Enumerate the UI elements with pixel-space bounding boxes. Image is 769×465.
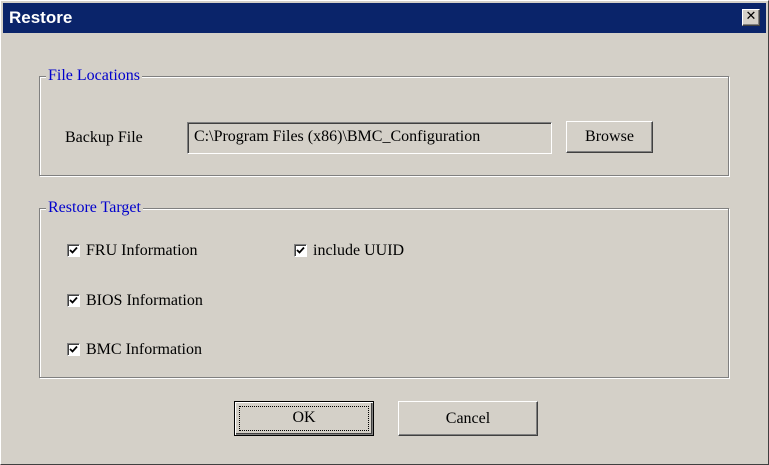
include-uuid-option[interactable]: include UUID [294,241,454,261]
backup-file-label: Backup File [65,129,143,146]
bios-information-checkbox[interactable] [67,294,80,307]
file-locations-group-label: File Locations [46,66,142,86]
bmc-information-label: BMC Information [86,341,202,358]
window-title: Restore [9,8,73,27]
fru-information-checkbox[interactable] [67,244,80,257]
backup-file-path-field[interactable]: C:\Program Files (x86)\BMC_Configuration [187,122,552,154]
browse-button[interactable]: Browse [566,121,653,153]
restore-dialog: Restore ✕ File Locations Backup File C:\… [0,0,769,465]
bmc-information-option[interactable]: BMC Information [67,340,247,360]
checkmark-icon [69,246,78,254]
fru-information-label: FRU Information [86,242,198,259]
include-uuid-label: include UUID [313,242,405,259]
fru-information-option[interactable]: FRU Information [67,241,247,261]
close-button[interactable]: ✕ [742,9,760,26]
cancel-button[interactable]: Cancel [398,401,538,436]
include-uuid-checkbox[interactable] [294,244,307,257]
title-bar[interactable]: Restore ✕ [3,3,766,33]
ok-button[interactable]: OK [234,401,374,436]
restore-target-group-label: Restore Target [46,198,143,218]
bmc-information-checkbox[interactable] [67,343,80,356]
focus-indicator [239,406,369,431]
close-icon: ✕ [745,9,757,24]
checkmark-icon [69,296,78,304]
bios-information-label: BIOS Information [86,292,203,309]
bios-information-option[interactable]: BIOS Information [67,291,247,311]
checkmark-icon [296,246,305,254]
checkmark-icon [69,345,78,353]
